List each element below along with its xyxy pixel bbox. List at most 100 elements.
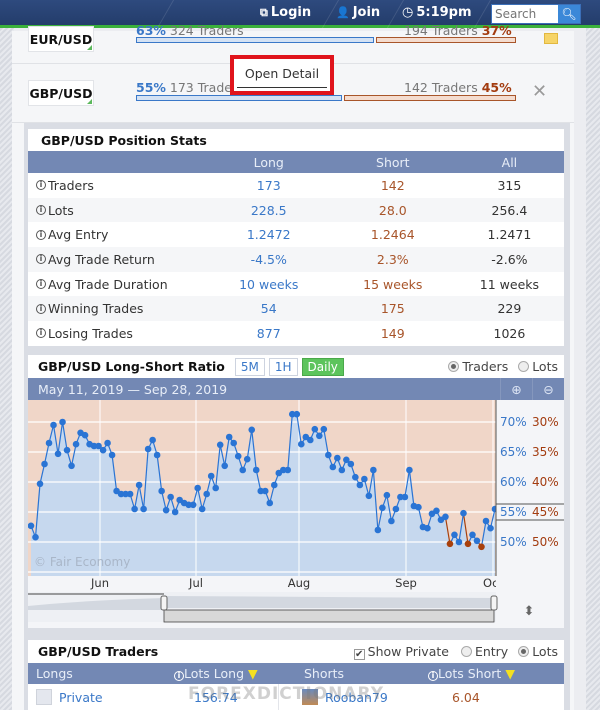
y-tick-short: 30%	[532, 415, 559, 429]
folder-icon[interactable]	[544, 33, 558, 44]
col-shorts[interactable]: Shorts	[304, 666, 344, 681]
data-point	[212, 484, 219, 492]
stats-long-value: 54	[260, 301, 277, 317]
info-icon[interactable]: i	[36, 303, 46, 314]
ratio-chart[interactable]: © Fair EconomyJun Jul Aug Sep Oct70% 30%65% 35…	[28, 400, 564, 628]
data-point	[297, 440, 305, 448]
navigator-scrollbar[interactable]	[163, 609, 495, 623]
data-point	[162, 506, 170, 514]
data-point	[239, 466, 247, 474]
col-lots-long[interactable]: i Lots Long ▼	[174, 666, 258, 681]
data-point	[482, 517, 490, 525]
info-icon[interactable]: i	[36, 328, 46, 339]
data-point	[392, 505, 400, 513]
data-point	[455, 538, 463, 546]
stats-all-value: 229	[497, 301, 522, 317]
pair-symbol[interactable]: EUR/USD	[28, 26, 94, 52]
data-point	[41, 460, 48, 468]
open-detail-tooltip[interactable]: Open Detail	[230, 55, 334, 95]
info-icon: i	[428, 671, 438, 681]
date-range: May 11, 2019 — Sep 28, 2019	[38, 381, 228, 397]
stats-row-label: i Losing Trades	[28, 326, 207, 341]
data-point	[293, 410, 301, 418]
radio-lots[interactable]: Lots	[518, 359, 558, 374]
stats-row: i Avg Trade Return -4.5% 2.3% -2.6%	[28, 247, 564, 272]
close-icon[interactable]: ✕	[532, 81, 547, 102]
ratio-toolbar: GBP/USD Long-Short Ratio 5M 1H Daily Trade…	[28, 355, 564, 378]
zoom-out-button[interactable]: ⊖	[532, 378, 564, 400]
data-point	[365, 492, 373, 500]
data-point	[171, 508, 179, 516]
stats-row: i Avg Trade Duration 10 weeks 15 weeks 11…	[28, 272, 564, 297]
stats-all-value: 1.2471	[487, 227, 532, 243]
data-point	[487, 524, 494, 532]
data-point	[356, 481, 364, 489]
long-summary: 63% 324 Traders	[136, 23, 244, 38]
data-point	[225, 433, 233, 441]
y-tick-long: 65%	[500, 445, 527, 459]
ratio-mode-options: Traders Lots	[448, 359, 564, 374]
show-private-checkbox[interactable]: ✔ Show Private	[353, 644, 449, 660]
long-trader-name[interactable]: Private	[59, 690, 103, 705]
stats-short-value: 15 weeks	[363, 276, 423, 292]
info-icon[interactable]: i	[36, 229, 46, 240]
tab-1h[interactable]: 1H	[268, 357, 298, 376]
chart-watermark: © Fair Economy	[34, 555, 130, 569]
data-point	[284, 466, 292, 474]
data-point	[311, 425, 319, 433]
data-point	[266, 499, 274, 507]
x-tick-label: Jun	[90, 576, 109, 590]
data-point	[243, 455, 251, 463]
info-icon[interactable]: i	[36, 205, 46, 216]
zoom-in-button[interactable]: ⊕	[500, 378, 532, 400]
stats-all-value: 315	[497, 177, 522, 193]
x-tick-label: Jul	[188, 576, 203, 590]
data-point	[338, 466, 346, 474]
traders-title: GBP/USD Traders	[38, 644, 159, 659]
data-point	[248, 426, 256, 434]
col-longs[interactable]: Longs	[36, 666, 73, 681]
data-point	[72, 440, 80, 448]
sort-down-icon: ▼	[248, 666, 258, 681]
ratio-chart-panel: GBP/USD Long-Short Ratio 5M 1H Daily Trade…	[28, 355, 564, 628]
info-icon[interactable]: i	[36, 254, 46, 265]
position-stats-panel: GBP/USD Position Stats Long Short All iT…	[28, 129, 564, 346]
radio-entry[interactable]: Entry	[460, 644, 508, 659]
stats-long-value: 877	[256, 325, 281, 341]
data-point	[135, 481, 143, 489]
radio-traders[interactable]: Traders	[448, 359, 508, 374]
info-icon[interactable]: i	[36, 279, 46, 290]
data-point	[347, 460, 355, 468]
navigator-handle-right[interactable]	[490, 595, 498, 611]
pair-symbol[interactable]: GBP/USD	[28, 80, 94, 106]
long-ratio-bar	[136, 95, 342, 101]
col-lots-short[interactable]: i Lots Short ▼	[428, 666, 515, 681]
traders-options: ✔ Show Private Entry Lots	[353, 644, 564, 660]
y-tick-long: 60%	[500, 475, 527, 489]
x-tick-label: Aug	[288, 576, 310, 590]
info-icon[interactable]: i	[36, 180, 46, 191]
up-down-arrows-icon[interactable]: ⬍	[524, 604, 535, 619]
stats-row-label: i Lots	[28, 203, 207, 218]
navigator-area	[164, 596, 494, 608]
radio-lots[interactable]: Lots	[518, 644, 558, 659]
forexdictionary-watermark: FOREXDICTIONARY	[188, 684, 385, 704]
stats-row-label: i Traders	[28, 178, 207, 193]
tab-daily[interactable]: Daily	[301, 357, 344, 376]
tab-5m[interactable]: 5M	[234, 357, 265, 376]
stats-all-value: 1026	[493, 325, 526, 341]
long-summary: 55% 173 Traders	[136, 80, 244, 95]
navigator-handle-left[interactable]	[160, 595, 168, 611]
data-point	[32, 533, 39, 541]
stats-long-value: -4.5%	[250, 251, 287, 267]
right-gutter	[586, 0, 600, 710]
table-row[interactable]: Private 156.74 Rooban79 6.04 FOREXDICTIO…	[28, 684, 564, 710]
data-point	[374, 526, 382, 534]
stats-long-value: 10 weeks	[239, 276, 299, 292]
data-point	[153, 451, 161, 459]
short-ratio-bar	[344, 95, 516, 101]
x-tick-label: Sep	[395, 576, 417, 590]
data-point	[189, 501, 197, 509]
data-point	[460, 509, 467, 517]
ratio-chart-title: GBP/USD Long-Short Ratio	[38, 359, 225, 374]
